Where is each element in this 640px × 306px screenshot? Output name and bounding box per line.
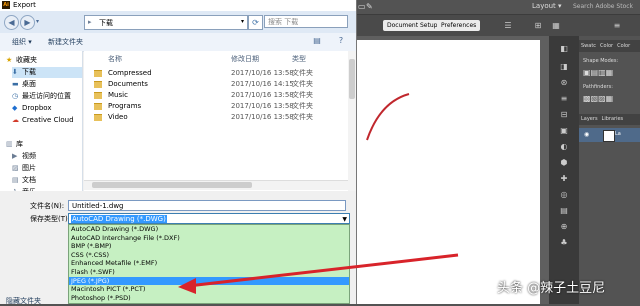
arrow-head	[178, 278, 196, 294]
annotation-arrow	[178, 253, 459, 294]
watermark-text: 头条 @辣子土豆尼	[497, 281, 606, 296]
arrow-line	[187, 253, 459, 288]
